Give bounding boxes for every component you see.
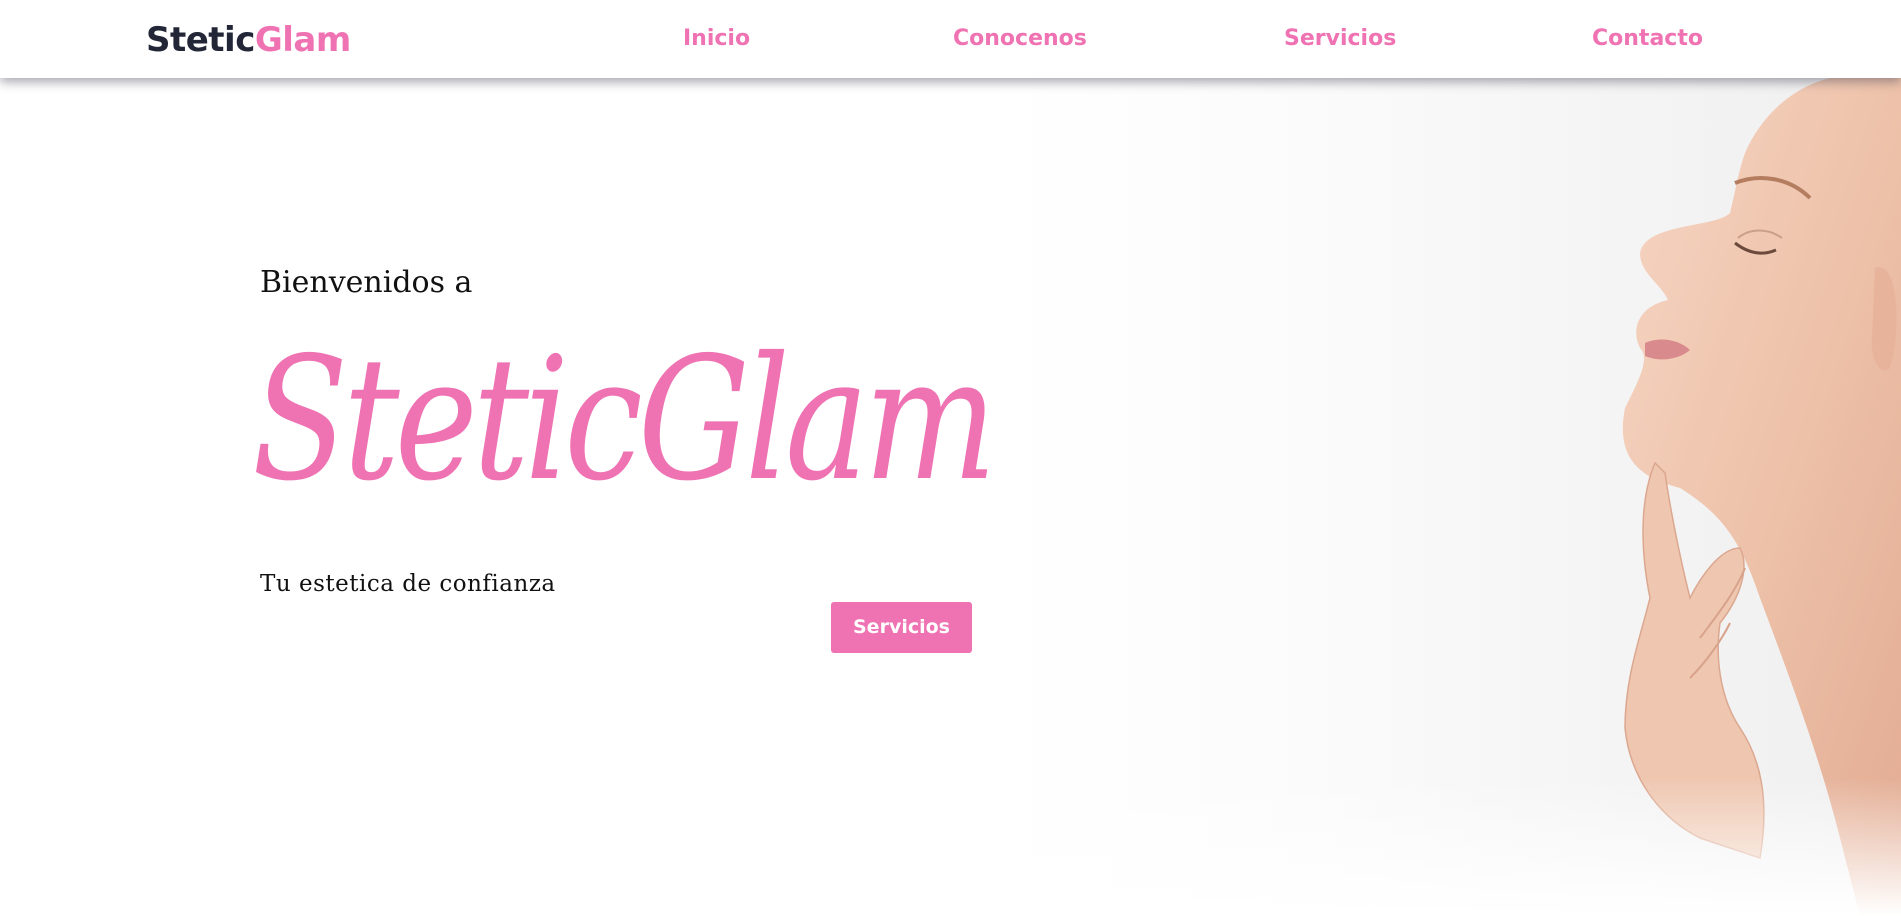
brand-logo[interactable]: SteticGlam xyxy=(146,18,351,62)
hero-section: Bienvenidos a SteticGlam Tu estetica de … xyxy=(0,78,1901,916)
nav-link-servicios[interactable]: Servicios xyxy=(1284,24,1396,54)
nav-link-inicio[interactable]: Inicio xyxy=(683,24,750,54)
nav-link-conocenos[interactable]: Conocenos xyxy=(953,24,1087,54)
services-button[interactable]: Servicios xyxy=(831,602,972,653)
hero-woman-photo xyxy=(1000,78,1901,916)
hero-script-title-text: SteticGlam xyxy=(252,321,992,519)
hero-welcome-text: Bienvenidos a xyxy=(260,265,473,300)
hero-script-title: SteticGlam xyxy=(252,321,998,519)
nav-link-contacto[interactable]: Contacto xyxy=(1592,24,1703,54)
brand-logo-part1: Stetic xyxy=(146,20,255,60)
site-header: SteticGlam Inicio Conocenos Servicios Co… xyxy=(0,0,1901,78)
brand-logo-part2: Glam xyxy=(254,20,351,60)
hero-tagline: Tu estetica de confianza xyxy=(260,571,556,597)
